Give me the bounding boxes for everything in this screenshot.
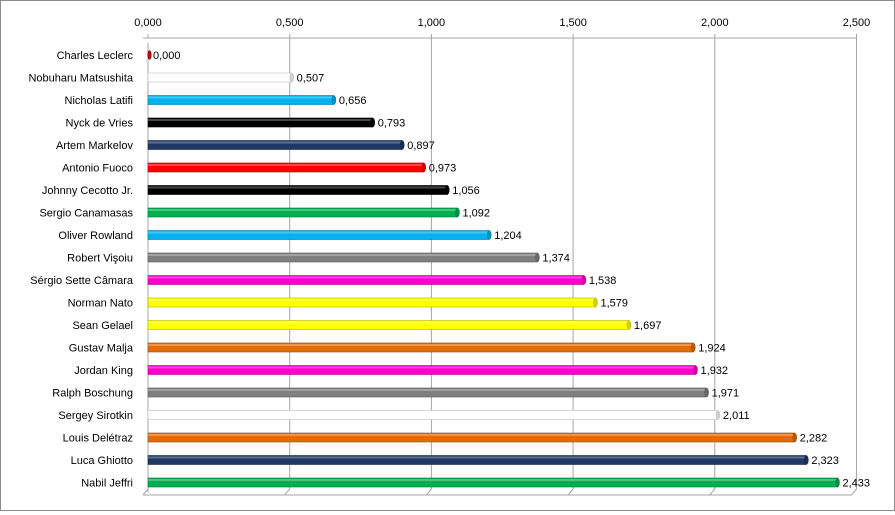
value-label: 1,092 (462, 208, 490, 220)
category-label: Nicholas Latifi (65, 95, 133, 107)
value-label: 2,011 (723, 410, 750, 422)
value-label: 2,323 (811, 455, 839, 467)
bar-highlight (148, 186, 448, 189)
value-labels: 0,000 0,507 0,656 0,7930,897 0,973 1,056 1,092… (153, 50, 870, 490)
value-label: 1,374 (542, 253, 570, 265)
bar-highlight (148, 434, 795, 436)
category-label: Johnny Cecotto Jr. (42, 185, 133, 197)
bar-highlight (148, 366, 696, 369)
value-label: 0,973 (429, 163, 457, 175)
category-label: Ralph Boschung (52, 388, 133, 400)
value-label: 1,579 (600, 298, 628, 310)
bar-end-cap (715, 410, 721, 420)
value-label: 1,971 (712, 388, 740, 400)
bar-highlight (148, 344, 694, 346)
bar-end-cap (804, 455, 809, 465)
category-label: Robert Vişoiu (67, 253, 133, 265)
category-label: Louis Delétraz (63, 433, 133, 445)
bar-highlight (148, 231, 490, 234)
tick-label: 1,000 (418, 17, 446, 29)
category-label: Artem Markelov (56, 140, 134, 152)
category-label: Norman Nato (68, 298, 133, 310)
bar-end-cap (445, 185, 450, 195)
category-label: Nyck de Vries (66, 118, 134, 130)
bar-highlight (148, 96, 334, 99)
category-label: Sergey Sirotkin (58, 410, 133, 422)
bar-end-cap (370, 117, 375, 128)
bar-highlight (148, 389, 707, 391)
value-label: 2,282 (800, 433, 828, 445)
category-label: Sean Gelael (72, 320, 133, 332)
bar-end-cap (331, 95, 337, 105)
bar-end-cap (399, 140, 405, 150)
tick-label: 0,500 (276, 17, 304, 29)
tick-label: 2,500 (843, 17, 871, 29)
gridline (567, 38, 574, 496)
category-label: Jordan King (74, 365, 133, 377)
value-label: 1,924 (698, 343, 726, 355)
bar-highlight (148, 254, 538, 256)
bar-chart: 0,000 0,500 1,000 1,500 2,000 2,500 Charles L… (28, 17, 870, 496)
bar-end-cap (593, 297, 598, 308)
bar-end-cap (535, 252, 540, 263)
value-label: 0,793 (378, 118, 406, 130)
bar-highlight (148, 74, 292, 76)
value-label: 1,538 (589, 275, 617, 287)
bar-highlight (148, 456, 807, 459)
category-labels: Charles Leclerc Nobuharu Matsushita Nichol… (28, 50, 133, 490)
bar-highlight (148, 119, 373, 121)
category-label: Sergio Canamasas (39, 208, 133, 220)
x-axis-ticks: 0,000 0,500 1,000 1,500 2,000 2,500 (134, 17, 870, 29)
bar (147, 50, 152, 60)
bar-end-cap (289, 72, 294, 83)
category-label: Nabil Jeffri (81, 478, 133, 490)
value-label: 0,656 (339, 95, 367, 107)
bar-end-cap (792, 432, 797, 443)
category-label: Oliver Rowland (58, 230, 133, 242)
bar-end-cap (581, 275, 587, 285)
category-label: Antonio Fuoco (62, 163, 133, 175)
value-label: 0,507 (297, 73, 325, 85)
value-label: 1,932 (701, 365, 729, 377)
gridline (284, 38, 291, 496)
bar-highlight (148, 411, 718, 414)
value-label: 1,697 (634, 320, 662, 332)
category-label: Sérgio Sette Câmara (30, 275, 134, 287)
bar-highlight (148, 276, 584, 279)
bar-end-cap (704, 387, 709, 398)
category-label: Charles Leclerc (57, 50, 134, 62)
bar-highlight (148, 321, 629, 324)
tick-label: 2,000 (701, 17, 729, 29)
value-label: 1,056 (452, 185, 480, 197)
category-label: Nobuharu Matsushita (28, 73, 133, 85)
bar-end-cap (421, 162, 426, 173)
bar-end-cap (455, 207, 460, 218)
category-label: Gustav Malja (69, 343, 134, 355)
tick-label: 0,000 (134, 17, 162, 29)
gridline (426, 38, 432, 496)
bar-highlight (148, 141, 403, 144)
chart-area: 0,000 0,500 1,000 1,500 2,000 2,500 Charles L… (0, 0, 895, 511)
bar-end-cap (693, 365, 698, 375)
tick-label: 1,500 (559, 17, 587, 29)
value-label: 0,897 (407, 140, 435, 152)
bar-highlight (148, 479, 838, 481)
bar-end-cap (486, 230, 492, 240)
category-label: Luca Ghiotto (71, 455, 133, 467)
bar-end-cap (691, 342, 696, 353)
bar-highlight (148, 299, 596, 301)
bar-end-cap (835, 477, 840, 488)
gridline (142, 488, 149, 496)
value-label: 0,000 (153, 50, 181, 62)
bar-highlight (148, 164, 424, 166)
value-label: 1,204 (494, 230, 522, 242)
gridline (709, 38, 716, 496)
gridline (851, 38, 857, 496)
value-label: 2,433 (843, 478, 871, 490)
bar-highlight (148, 209, 458, 211)
bar-end-cap (626, 320, 632, 330)
